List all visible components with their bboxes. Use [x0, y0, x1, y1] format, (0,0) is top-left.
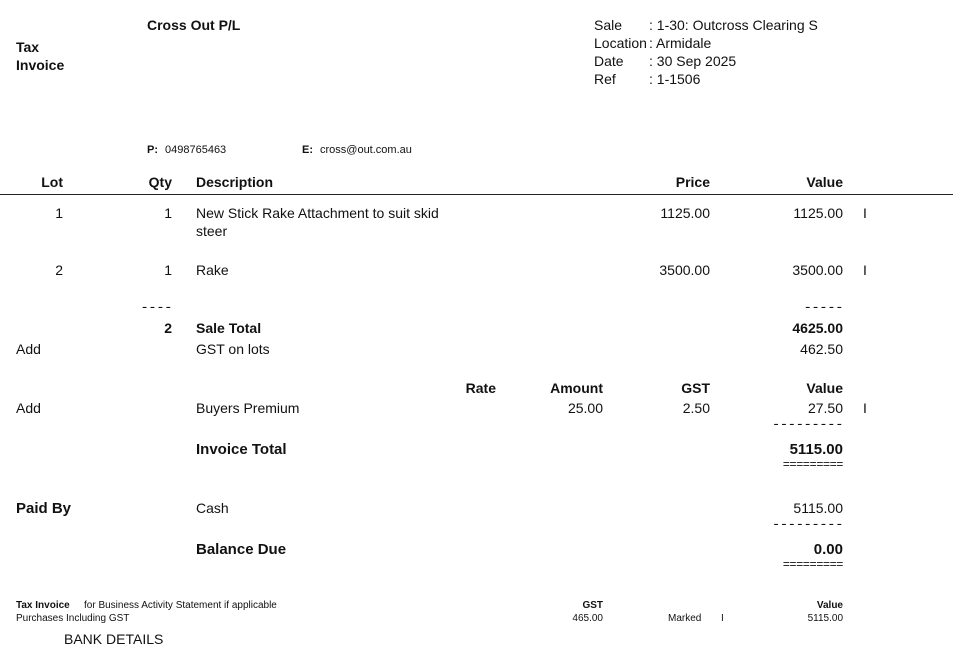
value-cell: 1125.00	[793, 205, 843, 221]
bank-details-heading: BANK DETAILS	[64, 631, 164, 647]
header-rule	[0, 194, 953, 195]
meta-value: : Armidale	[649, 35, 712, 51]
column-header-qty: Qty	[148, 174, 172, 190]
meta-label: Sale	[594, 17, 623, 33]
lot-cell: 2	[55, 262, 63, 278]
phone-label: P:	[147, 144, 158, 156]
qty-cell: 1	[164, 205, 172, 221]
sale-total-label: Sale Total	[196, 320, 262, 336]
doc-type-line2: Invoice	[16, 57, 65, 73]
qty-cell: 1	[164, 262, 172, 278]
footer-tax-invoice-label: Tax Invoice	[16, 600, 70, 611]
paid-by-label: Paid By	[16, 500, 72, 517]
total-double-rule: =========	[782, 458, 844, 472]
payment-method: Cash	[196, 500, 229, 516]
invoice-total-value: 5115.00	[789, 441, 843, 458]
add-label: Add	[16, 400, 41, 416]
meta-value: : 1-1506	[649, 71, 701, 87]
email-address: cross@out.com.au	[320, 144, 412, 156]
description-cell: New Stick Rake Attachment to suit skid	[196, 205, 439, 221]
gst-on-lots-label: GST on lots	[196, 341, 270, 357]
meta-label: Location	[594, 35, 647, 51]
seller-name: Cross Out P/L	[147, 17, 241, 33]
footer-gst-header: GST	[582, 600, 603, 611]
total-separator: ---------	[771, 417, 844, 433]
balance-separator: ---------	[771, 517, 844, 533]
meta-label: Ref	[594, 71, 616, 87]
meta-label: Date	[594, 53, 624, 69]
doc-type-line1: Tax	[16, 39, 40, 55]
footer-value: 5115.00	[807, 613, 843, 624]
qty-separator: ----	[140, 300, 172, 316]
lot-cell: 1	[55, 205, 63, 221]
value-separator: -----	[803, 300, 843, 316]
column-header-description: Description	[196, 174, 274, 190]
column-header-lot: Lot	[41, 174, 63, 190]
gst-flag: I	[863, 262, 867, 278]
value-cell: 3500.00	[792, 262, 843, 278]
footer-value-header: Value	[816, 600, 843, 611]
phone-number: 0498765463	[165, 144, 227, 156]
rate-header: Rate	[465, 380, 496, 396]
gst-flag: I	[863, 400, 867, 416]
balance-double-rule: =========	[782, 558, 844, 572]
premium-gst: 2.50	[682, 400, 710, 416]
premium-amount: 25.00	[567, 400, 603, 416]
value-header: Value	[806, 380, 843, 396]
add-label: Add	[16, 341, 41, 357]
price-cell: 1125.00	[660, 205, 710, 221]
balance-due-value: 0.00	[813, 541, 843, 558]
column-header-price: Price	[675, 174, 710, 190]
column-header-value: Value	[806, 174, 843, 190]
gst-flag: I	[863, 205, 867, 221]
invoice-total-label: Invoice Total	[196, 441, 287, 458]
footer-marked-flag: I	[721, 613, 724, 624]
meta-value: : 30 Sep 2025	[649, 53, 737, 69]
total-qty: 2	[164, 320, 172, 336]
footer-purchases-label: Purchases Including GST	[16, 613, 130, 624]
footer-marked-label: Marked	[668, 613, 702, 624]
premium-value: 27.50	[807, 400, 843, 416]
amount-header: Amount	[550, 380, 603, 396]
footer-tax-invoice-text: for Business Activity Statement if appli…	[84, 600, 277, 611]
price-cell: 3500.00	[659, 262, 710, 278]
description-cell-line2: steer	[196, 223, 228, 239]
balance-due-label: Balance Due	[196, 541, 287, 558]
footer-gst-value: 465.00	[572, 613, 603, 624]
email-label: E:	[302, 144, 313, 156]
buyers-premium-label: Buyers Premium	[196, 400, 300, 416]
sale-total-value: 4625.00	[792, 320, 843, 336]
gst-on-lots-value: 462.50	[800, 341, 843, 357]
payment-value: 5115.00	[793, 500, 843, 516]
gst-header: GST	[681, 380, 710, 396]
description-cell: Rake	[196, 262, 229, 278]
meta-value: : 1-30: Outcross Clearing S	[649, 17, 818, 33]
